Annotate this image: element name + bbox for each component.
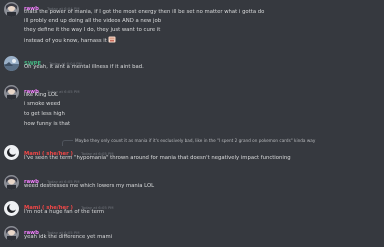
landscape-avatar-icon [4, 56, 19, 71]
anime-avatar-icon [4, 85, 19, 100]
message-group: rawb Today at 6:05 PM weed destresses me… [0, 173, 384, 195]
message-group: rawb Today at 6:05 PM yeah idk the diffe… [0, 224, 384, 247]
message-text: I've seen the term "hypomania" thrown ar… [24, 155, 291, 161]
anime-avatar-icon [4, 175, 19, 190]
message-group: SWPE Today at 6:04 PM Oh yeah, it aint a… [0, 53, 384, 75]
message-text: i smoke weed [24, 101, 61, 107]
message-text: ill probly end up doing all the videos A… [24, 18, 162, 24]
message-group: Maybe they only count it as mania if it'… [0, 137, 384, 169]
message-text: I'm not a huge fan of the term [24, 209, 105, 215]
message-text: weed destresses me which lowers my mania… [24, 183, 155, 189]
message-text: to get less high [24, 111, 65, 117]
avatar[interactable] [4, 56, 19, 71]
message-text: instead of you know, harnass it [24, 36, 116, 45]
message-text: thats the power of mania, if I got the m… [24, 9, 265, 15]
moon-avatar-icon [4, 201, 19, 216]
chat-message-list: rawb Today at 6:04 PM thats the power of… [0, 0, 384, 247]
avatar[interactable] [4, 175, 19, 190]
message-text: they define it the way I do, they just w… [24, 27, 161, 33]
message-group: Mami ( she/her ) Today at 6:05 PM I'm no… [0, 199, 384, 221]
avatar[interactable] [4, 85, 19, 100]
reply-preview[interactable]: Maybe they only count it as mania if it'… [75, 138, 315, 143]
avatar[interactable] [4, 145, 19, 160]
anime-avatar-icon [4, 2, 19, 17]
message-text: Oh yeah, it aint a mental illness if it … [24, 64, 144, 70]
message-group: rawb Today at 6:05 PM like King LOL i sm… [0, 83, 384, 135]
message-text: yeah idk the difference yet mami [24, 234, 113, 240]
message-group: rawb Today at 6:04 PM thats the power of… [0, 0, 384, 50]
message-text-span: instead of you know, harnass it [24, 38, 107, 44]
anime-avatar-icon [4, 226, 19, 241]
avatar[interactable] [4, 226, 19, 241]
avatar[interactable] [4, 201, 19, 216]
message-text: like King LOL [24, 92, 58, 98]
avatar[interactable] [4, 2, 19, 17]
sweat-smile-emoji-icon[interactable] [108, 36, 116, 43]
moon-avatar-icon [4, 145, 19, 160]
message-text: how funny is that [24, 121, 71, 127]
